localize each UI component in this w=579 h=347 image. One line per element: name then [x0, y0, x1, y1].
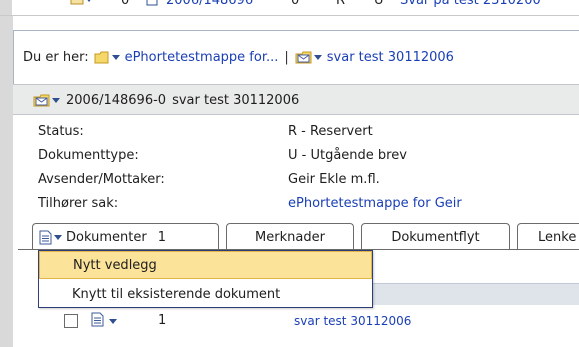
menu-item-knytt-til-eksisterende[interactable]: Knytt til eksisterende dokument: [39, 280, 372, 308]
document-list-icon[interactable]: [91, 312, 104, 327]
breadcrumb-prefix: Du er her:: [23, 49, 89, 65]
belongs-to-case-label: Tilhører sak:: [38, 196, 119, 211]
status-value: R - Reservert: [288, 124, 373, 139]
row-title-link[interactable]: Svar på test 2310200: [400, 0, 541, 8]
tab-dokumentflyt[interactable]: Dokumentflyt: [361, 223, 510, 250]
row-checkbox[interactable]: [64, 314, 78, 328]
document-header-content: 2006/148696-0 svar test 30112006: [33, 91, 299, 109]
row-doc-icon: [145, 0, 159, 10]
row-col1: 0: [121, 0, 130, 8]
row-icon: [70, 0, 92, 10]
document-title: svar test 30112006: [172, 92, 300, 108]
document-icon[interactable]: [295, 50, 312, 64]
previous-list-row: 0 2006/148696 0 R U Svar på test 2310200: [0, 0, 579, 16]
row-type: U: [374, 0, 384, 8]
tab-dokumenter-label: Dokumenter: [66, 229, 147, 245]
sender-receiver-label: Avsender/Mottaker:: [38, 172, 165, 187]
tab-merknader[interactable]: Merknader: [226, 223, 354, 250]
tab-dokumenter-count: 1: [157, 229, 166, 245]
list-row-title-link[interactable]: svar test 30112006: [294, 314, 411, 328]
menu-item-nytt-vedlegg[interactable]: Nytt vedlegg: [39, 251, 372, 279]
tab-dokumentflyt-label: Dokumentflyt: [391, 229, 480, 245]
belongs-to-case-link[interactable]: ePhortetestmappe for Geir: [288, 196, 462, 211]
tab-dokumenter[interactable]: Dokumenter 1: [32, 223, 219, 250]
document-actions-menu: Nytt vedlegg Knytt til eksisterende doku…: [38, 250, 373, 308]
tab-lenker-label: Lenke: [538, 229, 577, 245]
menu-item-label: Nytt vedlegg: [73, 257, 157, 273]
chevron-down-icon[interactable]: [111, 54, 120, 60]
document-type-label: Dokumenttype:: [38, 148, 139, 163]
chevron-down-icon[interactable]: [52, 97, 60, 103]
chevron-down-icon[interactable]: [313, 54, 322, 60]
tab-merknader-label: Merknader: [255, 229, 325, 245]
document-list-icon[interactable]: [39, 230, 52, 245]
breadcrumb-case-link[interactable]: ePhortetestmappe for...: [125, 50, 279, 65]
status-label: Status:: [38, 124, 84, 139]
sender-receiver-value: Geir Ekle m.fl.: [288, 172, 380, 187]
breadcrumb-separator: |: [284, 49, 289, 65]
row-doc-ref-link[interactable]: 2006/148696: [166, 0, 253, 8]
menu-item-label: Knytt til eksisterende dokument: [72, 286, 281, 302]
row-col3: 0: [291, 0, 300, 8]
document-icon[interactable]: [33, 93, 50, 107]
document-type-value: U - Utgående brev: [288, 148, 407, 163]
row-gutter: [0, 0, 12, 15]
row-status: R: [336, 0, 346, 8]
tab-lenker[interactable]: Lenke: [517, 223, 579, 250]
chevron-down-icon[interactable]: [109, 319, 117, 324]
breadcrumb-document-link[interactable]: svar test 30112006: [327, 50, 454, 65]
chevron-down-icon[interactable]: [54, 234, 62, 240]
left-gutter: [0, 16, 13, 347]
breadcrumb: Du er her: ePhortetestmappe for... | sva…: [23, 46, 454, 68]
list-row-number: 1: [158, 313, 167, 328]
document-number: 2006/148696-0: [66, 92, 167, 108]
folder-icon[interactable]: [94, 51, 110, 64]
